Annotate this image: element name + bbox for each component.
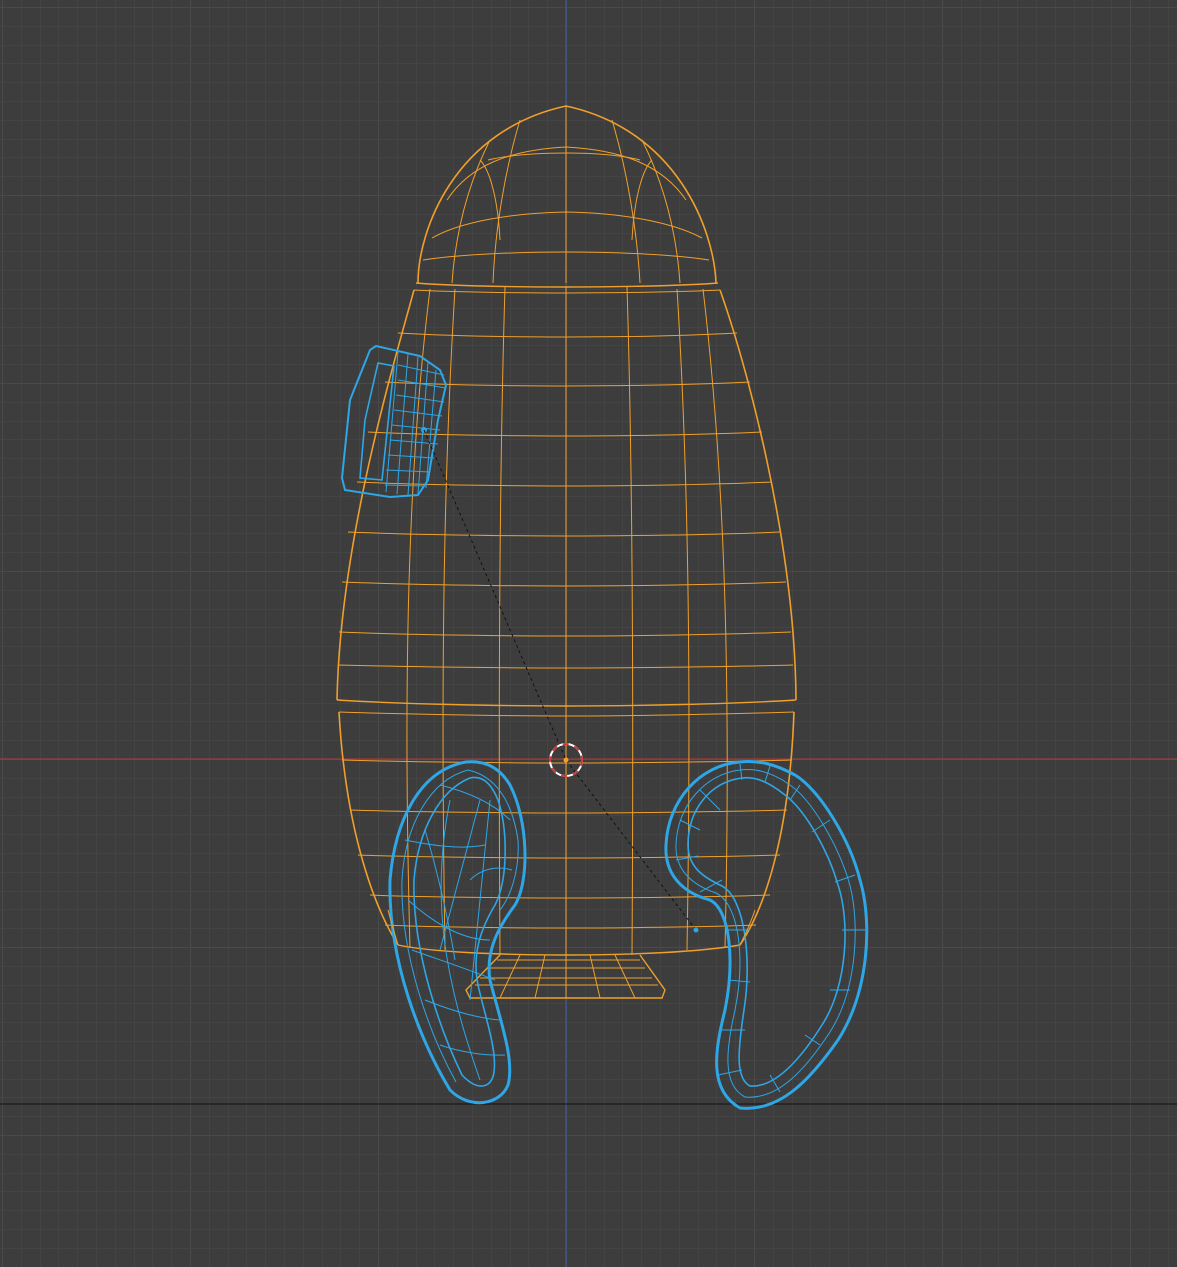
- object-origin-dot: [693, 927, 699, 933]
- 3d-viewport[interactable]: [0, 0, 1177, 1267]
- parent-relationship-line: [423, 429, 697, 931]
- right-leg-loop-wireframe[interactable]: [664, 760, 869, 1110]
- viewport-canvas[interactable]: [0, 0, 1177, 1267]
- engine-nozzle-wireframe[interactable]: [465, 954, 666, 999]
- floor-grid: [0, 0, 1177, 1267]
